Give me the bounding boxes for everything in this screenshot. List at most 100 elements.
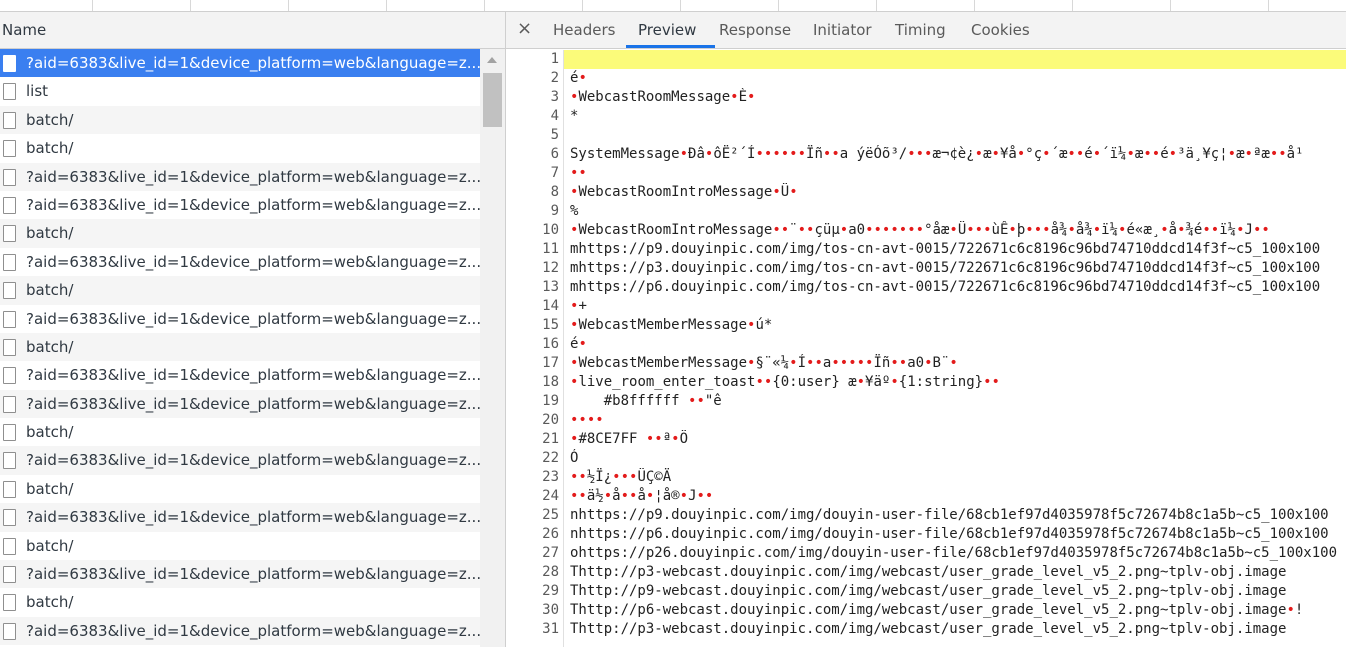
- request-row[interactable]: ?aid=6383&live_id=1&device_platform=web&…: [0, 305, 480, 333]
- request-row[interactable]: batch/: [0, 418, 480, 446]
- request-name: batch/: [26, 337, 74, 356]
- file-icon: [3, 310, 16, 328]
- code-line: 2 é•: [506, 69, 1346, 88]
- request-name: ?aid=6383&live_id=1&device_platform=web&…: [26, 195, 480, 214]
- vertical-scrollbar[interactable]: [480, 49, 505, 647]
- request-row[interactable]: batch/: [0, 588, 480, 616]
- request-row[interactable]: batch/: [0, 219, 480, 248]
- code-text: é•: [570, 70, 587, 86]
- request-name: ?aid=6383&live_id=1&device_platform=web&…: [26, 309, 480, 328]
- toolbar-divider: [386, 0, 387, 11]
- code-line: 6 SystemMessage•Ðâ•ôË²´Í••••••Ïñ••a ýëÓõ³…: [506, 145, 1346, 164]
- code-text: Thttp://p6-webcast.douyinpic.com/img/web…: [570, 602, 1304, 618]
- file-icon: [3, 140, 16, 158]
- request-row[interactable]: batch/: [0, 332, 480, 362]
- file-icon: [3, 395, 16, 413]
- code-text: •WebcastMemberMessage•ú*: [570, 317, 773, 333]
- code-text: é•: [570, 336, 587, 352]
- request-detail-panel: × Headers Preview Response Initiator Tim…: [506, 12, 1346, 647]
- file-icon: [3, 480, 16, 498]
- line-number: 12: [542, 260, 559, 276]
- code-line: 25 nhttps://p9.douyinpic.com/img/douyin-u…: [506, 506, 1346, 525]
- request-name: ?aid=6383&live_id=1&device_platform=web&…: [26, 366, 480, 385]
- code-text: ••½Ï¿•••ÜÇ©Ä: [570, 469, 672, 485]
- code-text: •+: [570, 298, 587, 314]
- file-icon: [3, 452, 16, 470]
- name-column-header[interactable]: Name: [0, 12, 505, 49]
- line-number: 1: [550, 51, 559, 67]
- code-line: 7 ••: [506, 164, 1346, 183]
- tab-cookies[interactable]: Cookies: [971, 21, 1030, 39]
- scrollbar-thumb[interactable]: [483, 73, 502, 127]
- request-name: batch/: [26, 536, 74, 555]
- name-column-label: Name: [2, 21, 47, 39]
- toolbar-divider: [1072, 0, 1073, 11]
- code-text: ••ä½•å••å•¦å®•J••: [570, 488, 714, 504]
- file-icon: [3, 594, 16, 612]
- top-toolbar-strip: [0, 0, 1346, 12]
- code-text: mhttps://p3.douyinpic.com/img/tos-cn-avt…: [570, 260, 1321, 276]
- tab-timing[interactable]: Timing: [895, 21, 946, 39]
- line-number: 5: [550, 127, 559, 143]
- line-number: 11: [542, 241, 559, 257]
- request-name: ?aid=6383&live_id=1&device_platform=web&…: [26, 621, 480, 640]
- code-line: 22 Ó: [506, 449, 1346, 468]
- request-name: batch/: [26, 139, 74, 158]
- code-text: ••••: [570, 412, 604, 428]
- tab-initiator[interactable]: Initiator: [813, 21, 872, 39]
- code-text: nhttps://p6.douyinpic.com/img/douyin-use…: [570, 526, 1329, 542]
- request-name: list: [26, 82, 49, 101]
- request-row[interactable]: ?aid=6383&live_id=1&device_platform=web&…: [0, 446, 480, 475]
- line-number: 29: [542, 583, 559, 599]
- toolbar-divider: [582, 0, 583, 11]
- request-name: batch/: [26, 593, 74, 612]
- request-row[interactable]: ?aid=6383&live_id=1&device_platform=web&…: [0, 248, 480, 276]
- request-row[interactable]: batch/: [0, 134, 480, 162]
- code-text: ohttps://p26.douyinpic.com/img/douyin-us…: [570, 545, 1338, 561]
- line-number: 20: [542, 412, 559, 428]
- request-row[interactable]: ?aid=6383&live_id=1&device_platform=web&…: [0, 616, 480, 646]
- request-row[interactable]: ?aid=6383&live_id=1&device_platform=web&…: [0, 361, 480, 389]
- request-row[interactable]: ?aid=6383&live_id=1&device_platform=web&…: [0, 503, 480, 532]
- code-line: 11 mhttps://p9.douyinpic.com/img/tos-cn-a…: [506, 240, 1346, 259]
- tab-headers[interactable]: Headers: [553, 21, 615, 39]
- request-name: batch/: [26, 224, 74, 243]
- request-row[interactable]: ?aid=6383&live_id=1&device_platform=web&…: [0, 49, 480, 78]
- request-row[interactable]: ?aid=6383&live_id=1&device_platform=web&…: [0, 191, 480, 219]
- request-row[interactable]: ?aid=6383&live_id=1&device_platform=web&…: [0, 162, 480, 191]
- code-line: 5: [506, 126, 1346, 145]
- code-text: *: [570, 108, 579, 124]
- file-icon: [3, 111, 16, 129]
- file-icon: [3, 282, 16, 300]
- line-number: 9: [550, 203, 559, 219]
- line-number: 2: [550, 70, 559, 86]
- file-icon: [3, 367, 16, 385]
- toolbar-divider: [1268, 0, 1269, 11]
- file-icon: [3, 566, 16, 584]
- code-line: 18 •live_room_enter_toast••{0:user} æ•¥äº…: [506, 373, 1346, 392]
- file-icon: [3, 83, 16, 101]
- code-line: 29 Thttp://p9-webcast.douyinpic.com/img/w…: [506, 582, 1346, 601]
- tab-response[interactable]: Response: [719, 21, 791, 39]
- code-text: •WebcastMemberMessage•§¨«¼•Í••a•••••Ïñ••…: [570, 355, 958, 371]
- request-row[interactable]: batch/: [0, 475, 480, 503]
- request-row[interactable]: ?aid=6383&live_id=1&device_platform=web&…: [0, 389, 480, 419]
- code-line: 31 Thttp://p3-webcast.douyinpic.com/img/w…: [506, 620, 1346, 639]
- line-number: 4: [550, 108, 559, 124]
- request-row[interactable]: batch/: [0, 532, 480, 560]
- code-line: 1: [506, 50, 1346, 69]
- request-row[interactable]: list: [0, 77, 480, 105]
- line-number: 24: [542, 488, 559, 504]
- line-number: 28: [542, 564, 559, 580]
- request-name: ?aid=6383&live_id=1&device_platform=web&…: [26, 508, 480, 527]
- tab-preview[interactable]: Preview: [638, 21, 696, 39]
- request-row[interactable]: batch/: [0, 105, 480, 135]
- toolbar-divider: [974, 0, 975, 11]
- code-line: 14 •+: [506, 297, 1346, 316]
- scroll-up-arrow-icon[interactable]: [487, 57, 497, 63]
- request-row[interactable]: batch/: [0, 276, 480, 305]
- request-row[interactable]: ?aid=6383&live_id=1&device_platform=web&…: [0, 560, 480, 589]
- file-icon: [3, 509, 16, 527]
- request-name: batch/: [26, 423, 74, 442]
- close-icon[interactable]: ×: [517, 18, 532, 39]
